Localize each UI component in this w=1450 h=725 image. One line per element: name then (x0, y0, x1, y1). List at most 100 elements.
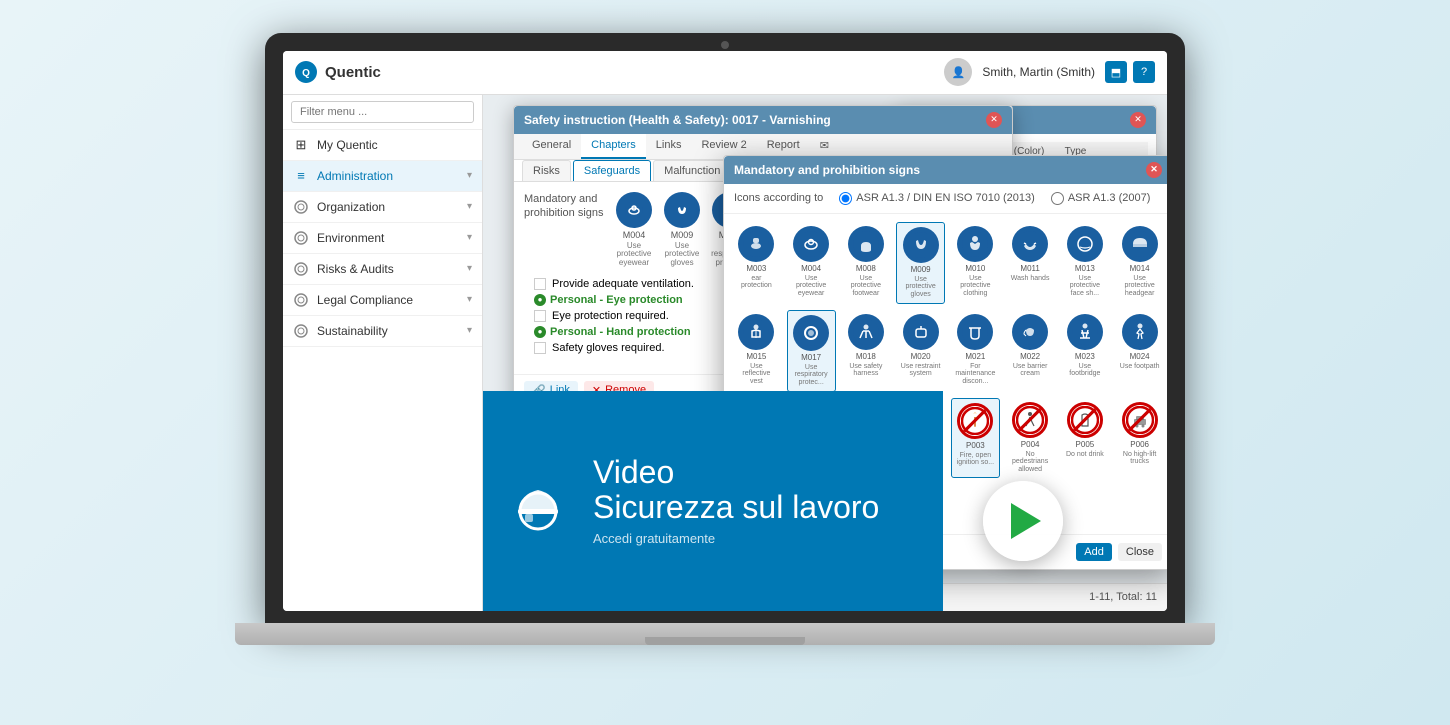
sign-img-M021 (957, 314, 993, 350)
subtab-safeguards[interactable]: Safeguards (573, 160, 651, 181)
eye-protection-label: Personal - Eye protection (550, 294, 683, 306)
sign-code-M008: M008 (856, 264, 876, 273)
sign-img-M020 (903, 314, 939, 350)
radio-option-2[interactable]: ASR A1.3 (2007) (1051, 192, 1151, 205)
radio-option-1[interactable]: ASR A1.3 / DIN EN ISO 7010 (2013) (839, 192, 1035, 205)
top-bar: Q Quentic 👤 Smith, Martin (Smith) ⬒ ? (283, 51, 1167, 95)
radio-asr-2013[interactable] (839, 192, 852, 205)
sign-M008[interactable]: M008 Use protective footwear (842, 222, 891, 304)
sign-P004[interactable]: P004 No pedestrians allowed (1006, 398, 1055, 478)
subtab-malfunction[interactable]: Malfunction (653, 160, 731, 181)
sign-code-P004: P004 (1021, 440, 1040, 449)
sign-M004[interactable]: M004 Use protective eyewear (787, 222, 836, 304)
hand-checkbox[interactable] (534, 342, 546, 354)
sign-M014[interactable]: M014 Use protective headgear (1115, 222, 1164, 304)
total-label: 1-11, Total: 11 (1089, 591, 1157, 603)
eye-checkbox[interactable] (534, 310, 546, 322)
radio-asr-2007[interactable] (1051, 192, 1064, 205)
sidebar-item-risks-audits[interactable]: Risks & Audits ▾ (283, 254, 482, 285)
video-overlay: Video Sicurezza sul lavoro Accedi gratui… (483, 391, 943, 611)
sign-img-P004 (1012, 402, 1048, 438)
icons-according-label: Icons according to (734, 192, 823, 204)
search-input[interactable] (291, 101, 474, 123)
sign-P003[interactable]: P003 Fire, open ignition so... (951, 398, 1000, 478)
sign-M017[interactable]: M017 Use respiratory protec... (787, 310, 836, 392)
sign-code-M013: M013 (1075, 264, 1095, 273)
radio-row: Icons according to ASR A1.3 / DIN EN ISO… (724, 184, 1167, 214)
sign-M009[interactable]: M009 Use protective gloves (896, 222, 945, 304)
modal-right-close[interactable]: ✕ (1130, 112, 1146, 128)
sidebar-item-my-quentic[interactable]: ⊞ My Quentic (283, 130, 482, 161)
sign-M018[interactable]: M018 Use safety harness (842, 310, 891, 392)
close-button[interactable]: Close (1118, 543, 1162, 561)
sign-M024[interactable]: M024 Use footpath (1115, 310, 1164, 392)
modal-safety-close[interactable]: ✕ (986, 112, 1002, 128)
sign-M013[interactable]: M013 Use protective face sh... (1061, 222, 1110, 304)
app-container: Q Quentic 👤 Smith, Martin (Smith) ⬒ ? (283, 51, 1167, 611)
sign-desc-M003: ear protection (736, 275, 777, 290)
sidebar-item-organization[interactable]: Organization ▾ (283, 192, 482, 223)
export-icon[interactable]: ⬒ (1105, 61, 1127, 83)
hand-bullet: ● (534, 326, 546, 338)
sign-M003[interactable]: M003 ear protection (732, 222, 781, 304)
tab-chapters[interactable]: Chapters (581, 134, 646, 159)
sign-code-M004: M004 (623, 230, 646, 240)
top-bar-right: 👤 Smith, Martin (Smith) ⬒ ? (944, 58, 1155, 86)
sign-desc-M017-grid: Use respiratory protec... (792, 364, 831, 387)
sustainability-label: Sustainability (317, 324, 459, 338)
sign-code-M014: M014 (1130, 264, 1150, 273)
sign-desc-M010: Use protective clothing (955, 275, 996, 298)
sign-M021[interactable]: M021 For maintenance discon... (951, 310, 1000, 392)
sign-img-M011 (1012, 226, 1048, 262)
sign-P006[interactable]: P006 No high-lift trucks (1115, 398, 1164, 478)
sign-M010[interactable]: M010 Use protective clothing (951, 222, 1000, 304)
ventilation-checkbox[interactable] (534, 278, 546, 290)
user-name: Smith, Martin (Smith) (982, 65, 1095, 79)
tab-links[interactable]: Links (646, 134, 692, 159)
ventilation-label: Provide adequate ventilation. (552, 278, 694, 290)
laptop-outer: Q Quentic 👤 Smith, Martin (Smith) ⬒ ? (235, 33, 1215, 693)
sign-M015[interactable]: M015 Use reflective vest (732, 310, 781, 392)
sidebar-item-administration[interactable]: ≡ Administration ▾ (283, 161, 482, 192)
help-icon[interactable]: ? (1133, 61, 1155, 83)
sidebar-item-environment[interactable]: Environment ▾ (283, 223, 482, 254)
risks-audits-label: Risks & Audits (317, 262, 459, 276)
sign-desc-M020: Use restraint system (900, 363, 941, 378)
sidebar-item-legal-compliance[interactable]: Legal Compliance ▾ (283, 285, 482, 316)
sign-img-M024 (1122, 314, 1158, 350)
sign-M011[interactable]: M011 Wash hands (1006, 222, 1055, 304)
sign-code-P003-grid: P003 (966, 441, 985, 450)
sign-P005[interactable]: P005 Do not drink (1061, 398, 1110, 478)
sign-desc-M021: For maintenance discon... (955, 363, 996, 386)
modal-safety-header: Safety instruction (Health & Safety): 00… (514, 106, 1012, 134)
sign-img-P003 (957, 403, 993, 439)
sign-circle-M009 (664, 192, 700, 228)
subtab-risks[interactable]: Risks (522, 160, 571, 181)
administration-arrow: ▾ (467, 170, 472, 181)
modal-safety-title: Safety instruction (Health & Safety): 00… (524, 113, 831, 127)
sign-M020[interactable]: M020 Use restraint system (896, 310, 945, 392)
sign-img-M022 (1012, 314, 1048, 350)
sign-desc-P005: Do not drink (1066, 451, 1104, 459)
sign-desc-M013: Use protective face sh... (1065, 275, 1106, 298)
sign-M023[interactable]: M023 Use footbridge (1061, 310, 1110, 392)
modal-signs-close[interactable]: ✕ (1146, 162, 1162, 178)
video-text: Video Sicurezza sul lavoro Accedi gratui… (593, 455, 923, 546)
sign-img-M015 (738, 314, 774, 350)
top-bar-icons: ⬒ ? (1105, 61, 1155, 83)
tab-general[interactable]: General (522, 134, 581, 159)
add-button[interactable]: Add (1076, 543, 1112, 561)
sign-img-M008 (848, 226, 884, 262)
sign-code-M022: M022 (1020, 352, 1040, 361)
sign-desc-M004-grid: Use protective eyewear (791, 275, 832, 298)
sidebar-item-sustainability[interactable]: Sustainability ▾ (283, 316, 482, 347)
sign-M022[interactable]: M022 Use barrier cream (1006, 310, 1055, 392)
sign-code-M004-grid: M004 (801, 264, 821, 273)
logo-text: Quentic (325, 64, 381, 81)
sign-img-M009 (903, 227, 939, 263)
my-quentic-label: My Quentic (317, 138, 472, 152)
sign-img-M004 (793, 226, 829, 262)
video-title-line1: Video (593, 454, 674, 490)
sign-code-M017-grid: M017 (801, 353, 821, 362)
play-button[interactable] (983, 481, 1063, 561)
